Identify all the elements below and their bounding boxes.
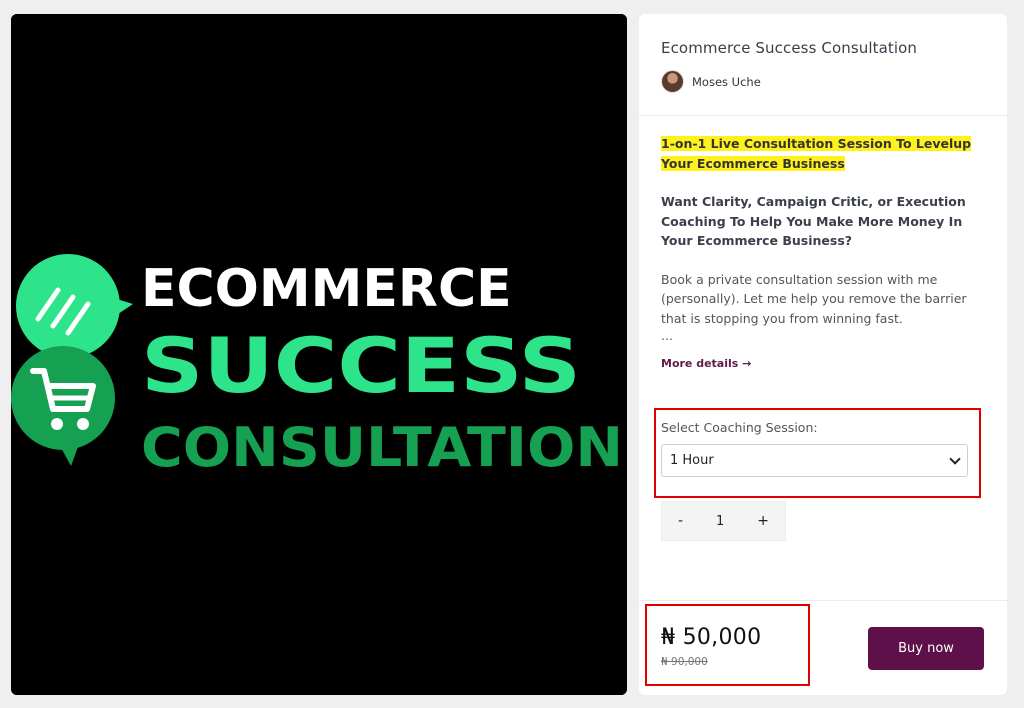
- avatar[interactable]: [661, 70, 684, 93]
- product-image-artwork: ECOMMERCE SUCCESS CONSULTATION: [11, 14, 627, 695]
- increment-button[interactable]: +: [757, 513, 769, 529]
- product-panel: Ecommerce Success Consultation Moses Uch…: [639, 14, 1007, 695]
- description-ellipsis: ...: [661, 328, 673, 343]
- product-image: ECOMMERCE SUCCESS CONSULTATION: [11, 14, 627, 695]
- product-description: 1-on-1 Live Consultation Session To Leve…: [639, 116, 1007, 374]
- description-subheading: Want Clarity, Campaign Critic, or Execut…: [661, 194, 966, 248]
- hero-line-1: ECOMMERCE: [141, 259, 512, 319]
- hero-line-3: CONSULTATION: [141, 416, 623, 479]
- session-select-value: 1 Hour: [670, 453, 714, 468]
- quantity-stepper: - 1 +: [661, 501, 786, 541]
- footer-divider: [639, 600, 1007, 601]
- highlight-heading: 1-on-1 Live Consultation Session To Leve…: [661, 136, 972, 171]
- seller-info[interactable]: Moses Uche: [661, 70, 985, 93]
- session-select-label: Select Coaching Session:: [661, 420, 818, 435]
- product-title: Ecommerce Success Consultation: [661, 39, 918, 57]
- session-select[interactable]: 1 Hour: [661, 444, 968, 477]
- decrement-button[interactable]: -: [678, 513, 683, 529]
- quantity-value: 1: [716, 513, 725, 529]
- original-price: ₦ 90,000: [661, 656, 708, 668]
- description-body: Book a private consultation session with…: [661, 271, 967, 326]
- hero-line-2: SUCCESS: [141, 321, 581, 410]
- product-header: Ecommerce Success Consultation Moses Uch…: [639, 14, 1007, 116]
- current-price: ₦ 50,000: [661, 625, 762, 650]
- more-details-link[interactable]: More details →: [661, 354, 751, 374]
- seller-name[interactable]: Moses Uche: [692, 75, 761, 89]
- buy-now-button[interactable]: Buy now: [868, 627, 984, 670]
- chevron-down-icon: [949, 452, 961, 465]
